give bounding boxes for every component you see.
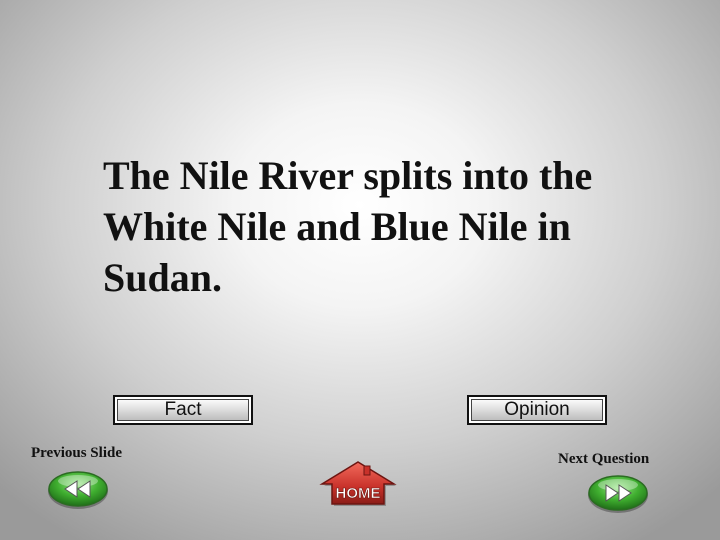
- question-text: The Nile River splits into the White Nil…: [103, 153, 593, 300]
- next-question-button[interactable]: [587, 474, 649, 514]
- fact-button-label: Fact: [117, 399, 249, 421]
- opinion-button-label: Opinion: [471, 399, 603, 421]
- fact-button[interactable]: Fact: [113, 395, 253, 425]
- previous-slide-label: Previous Slide: [31, 445, 122, 461]
- opinion-button[interactable]: Opinion: [467, 395, 607, 425]
- next-question-label: Next Question: [558, 451, 650, 467]
- home-button[interactable]: HOME: [318, 460, 398, 506]
- previous-slide-button[interactable]: [47, 470, 109, 510]
- home-label: HOME: [336, 485, 381, 502]
